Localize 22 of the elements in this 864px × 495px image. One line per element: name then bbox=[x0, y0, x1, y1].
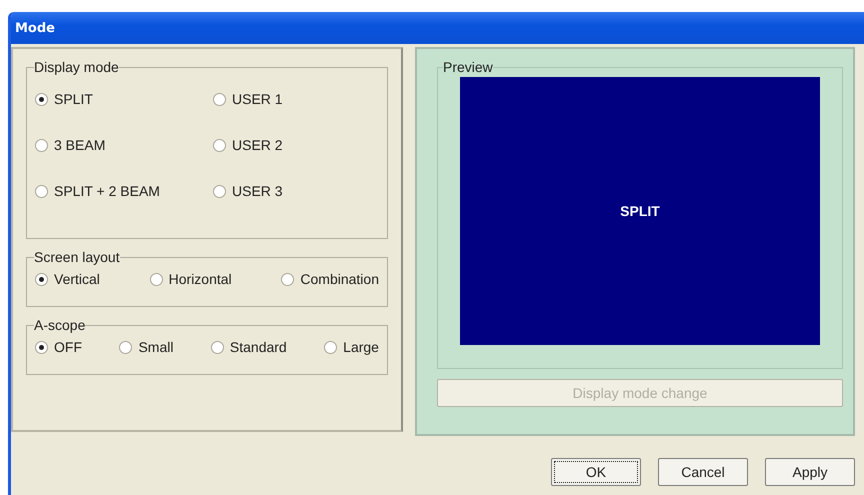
radio-button[interactable]: Small bbox=[119, 339, 174, 355]
radio-button[interactable]: OFF bbox=[35, 339, 82, 355]
dialog-button[interactable]: OK bbox=[551, 458, 641, 486]
group-title: Preview bbox=[443, 59, 493, 75]
radio-button[interactable]: Standard bbox=[210, 339, 287, 355]
group-title: A-scope bbox=[34, 317, 86, 333]
radio-button[interactable]: USER 1 bbox=[213, 91, 283, 107]
group-title: Screen layout bbox=[34, 249, 120, 265]
radio-button[interactable]: Vertical bbox=[35, 271, 100, 287]
radio-button[interactable]: Horizontal bbox=[150, 271, 232, 287]
radio-button[interactable]: SPLIT + 2 BEAM bbox=[35, 183, 160, 199]
radio-button[interactable]: Combination bbox=[281, 271, 379, 287]
dialog-button[interactable]: Cancel bbox=[658, 458, 748, 486]
radio-button[interactable]: USER 2 bbox=[213, 137, 283, 153]
radio-button[interactable]: Large bbox=[324, 339, 379, 355]
group-title: Display mode bbox=[34, 59, 119, 75]
window-title: Mode bbox=[15, 20, 55, 36]
radio-button[interactable]: SPLIT bbox=[35, 91, 93, 107]
radio-button[interactable]: 3 BEAM bbox=[35, 137, 106, 153]
preview-label: SPLIT bbox=[620, 203, 660, 219]
dialog-button[interactable]: Apply bbox=[765, 458, 855, 486]
radio-button[interactable]: USER 3 bbox=[213, 183, 283, 199]
